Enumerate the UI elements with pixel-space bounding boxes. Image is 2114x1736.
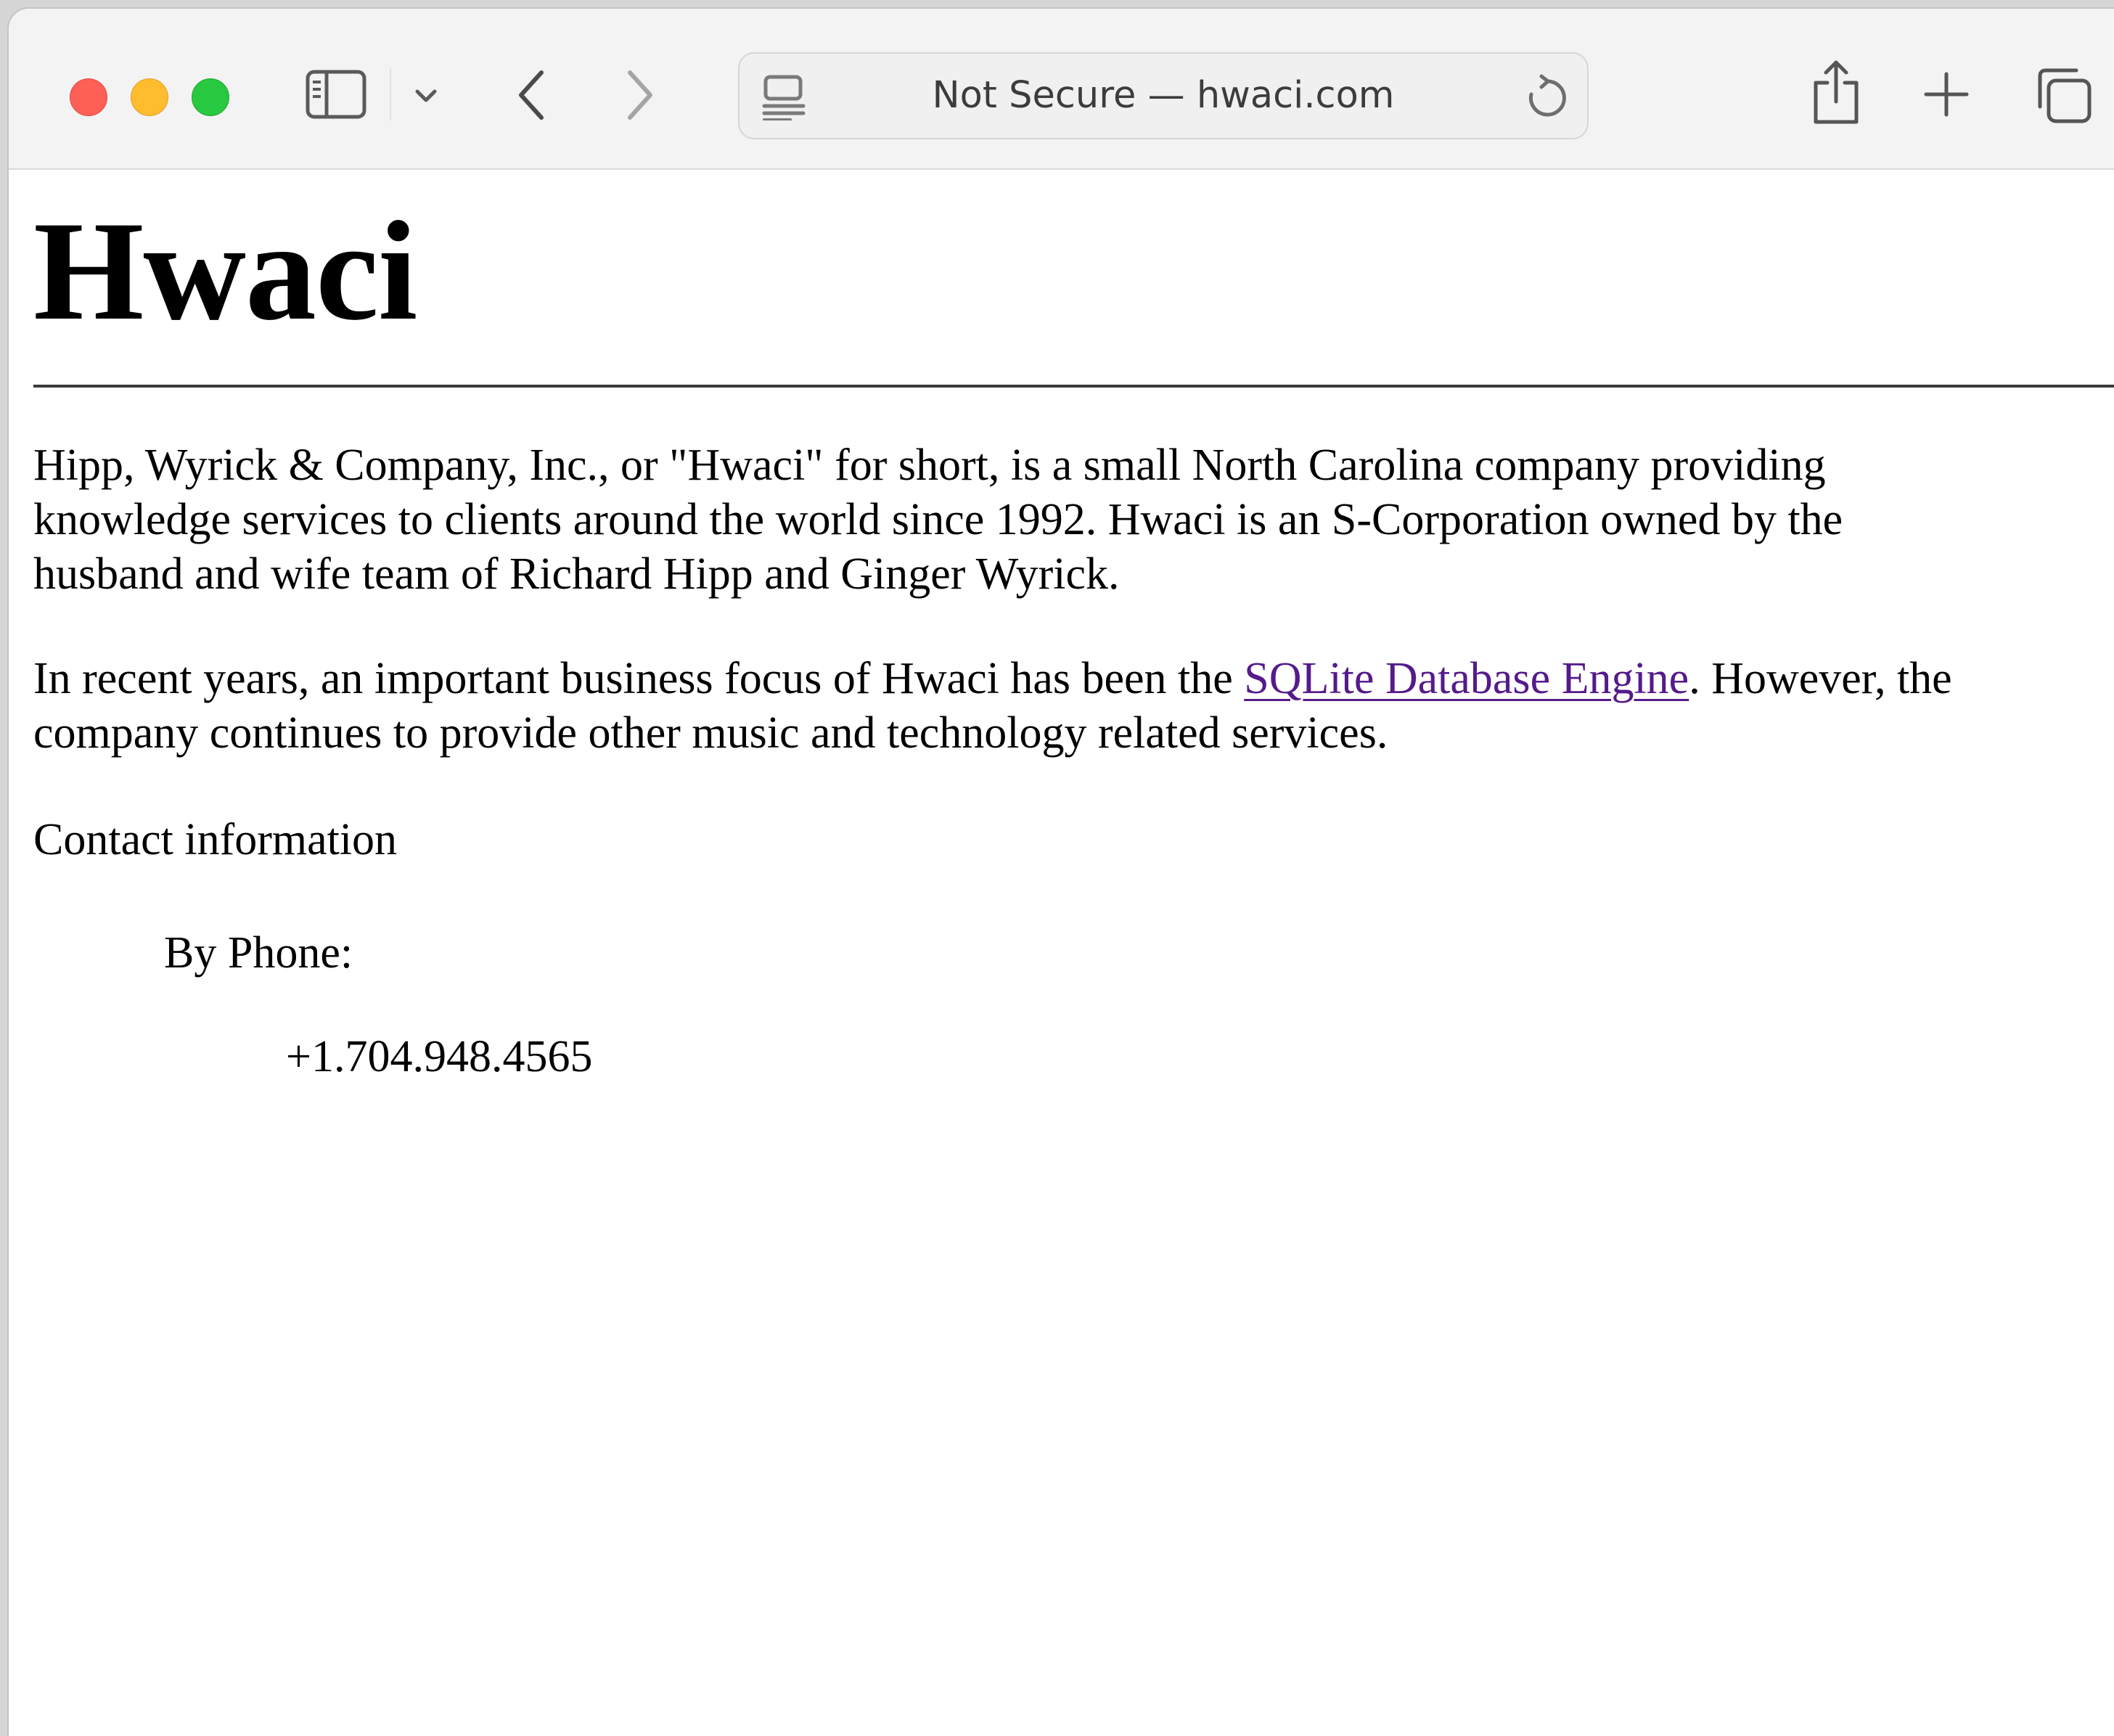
page-content: Hwaci Hipp, Wyrick & Company, Inc., or "… [9,171,2114,1736]
focus-line: company continues to provide other music… [33,708,1388,758]
phone-label: By Phone: [164,928,353,978]
focus-text-after-link: . However, the [1689,654,1952,703]
toolbar-divider [390,68,391,120]
tab-group-menu-button[interactable] [408,80,444,112]
sidebar-toggle-button[interactable] [305,67,367,122]
address-text[interactable]: Not Secure — hwaci.com [740,54,1587,138]
browser-toolbar: Not Secure — hwaci.com [9,9,2114,170]
phone-number: +1.704.948.4565 [286,1032,593,1081]
focus-paragraph: In recent years, an important business f… [33,652,1952,761]
forward-button[interactable] [617,67,662,123]
sidebar-icon [306,70,366,119]
share-button[interactable] [1806,58,1867,128]
reload-button[interactable] [1523,74,1571,122]
focus-line: In recent years, an important business f… [33,652,1952,706]
browser-window: Not Secure — hwaci.com Hwaci Hipp, Wyric… [7,7,2114,1736]
minimize-window-button[interactable] [131,78,168,116]
intro-line: knowledge services to clients around the… [33,495,1843,544]
chevron-right-icon [628,70,652,120]
intro-line: husband and wife team of Richard Hipp an… [33,549,1120,599]
tabs-icon [2038,68,2092,123]
tab-overview-button[interactable] [2031,64,2096,126]
contact-heading: Contact information [33,815,398,864]
chevron-left-icon [519,70,544,120]
sqlite-link[interactable]: SQLite Database Engine [1244,654,1689,703]
address-bar[interactable]: Not Secure — hwaci.com [738,52,1589,139]
back-button[interactable] [509,67,554,123]
title-divider [33,385,2114,388]
reload-icon [1528,74,1566,117]
page-title: Hwaci [33,192,417,350]
focus-text-before-link: In recent years, an important business f… [33,654,1245,703]
plus-icon [1924,72,1969,117]
maximize-window-button[interactable] [192,78,229,116]
share-icon [1814,60,1859,124]
intro-paragraph: Hipp, Wyrick & Company, Inc., or "Hwaci"… [33,438,1843,602]
close-window-button[interactable] [70,78,107,116]
new-tab-button[interactable] [1919,67,1974,122]
chevron-down-icon [415,89,437,102]
intro-line: Hipp, Wyrick & Company, Inc., or "Hwaci"… [33,441,1826,490]
